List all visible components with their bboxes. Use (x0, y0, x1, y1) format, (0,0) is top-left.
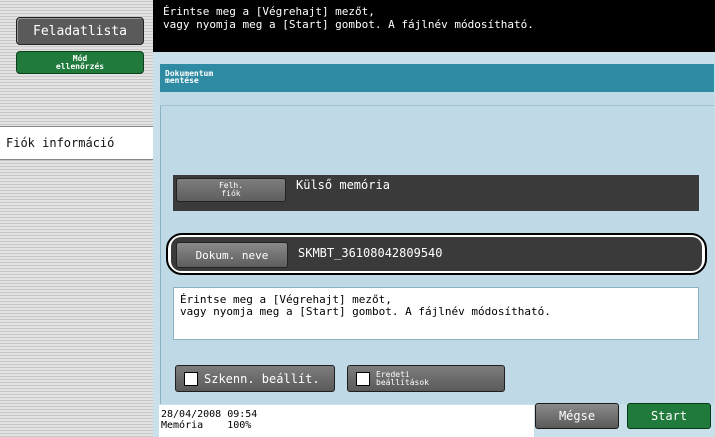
original-settings-line2: beállítások (376, 377, 429, 387)
original-settings-icon (356, 371, 370, 386)
user-box-button-line2: fiók (221, 189, 241, 198)
job-list-label: Feladatlista (33, 23, 127, 39)
panel-title-line2: mentése (165, 76, 199, 85)
doc-name-value: SKMBT_36108042809540 (298, 246, 443, 260)
original-settings-label: Eredeti beállítások (376, 370, 429, 387)
title-divider (160, 92, 714, 106)
job-list-button[interactable]: Feladatlista (16, 17, 144, 45)
status-memory: Memória 100% (161, 420, 534, 431)
start-label: Start (650, 409, 688, 423)
user-box-button[interactable]: Felh. fiók (176, 178, 286, 202)
mode-check-label-line2: ellenőrzés (55, 61, 105, 71)
cancel-label: Mégse (558, 409, 596, 423)
message-bar: Érintse meg a [Végrehajt] mezőt, vagy ny… (153, 0, 715, 52)
account-info-label: Fiók információ (6, 136, 115, 150)
message-bar-line1: Érintse meg a [Végrehajt] mezőt, (163, 5, 375, 18)
scan-settings-label: Szkenn. beállít. (204, 371, 320, 386)
scan-settings-button[interactable]: Szkenn. beállít. (175, 365, 335, 392)
mode-check-button[interactable]: Mód ellenőrzés (16, 51, 144, 74)
status-memory-label: Memória (161, 420, 204, 431)
panel-title: Dokumentum mentése (165, 70, 213, 85)
info-message-box: Érintse meg a [Végrehajt] mezőt, vagy ny… (173, 287, 699, 340)
message-bar-line2: vagy nyomja meg a [Start] gombot. A fájl… (163, 18, 534, 31)
doc-name-button[interactable]: Dokum. neve (176, 242, 288, 268)
status-datetime: 28/04/2008 09:54 (161, 409, 258, 420)
start-button[interactable]: Start (627, 403, 711, 429)
info-message-line2: vagy nyomja meg a [Start] gombot. A fájl… (180, 305, 551, 318)
doc-name-button-label: Dokum. neve (195, 248, 269, 262)
scan-settings-icon (184, 371, 198, 386)
cancel-button[interactable]: Mégse (535, 403, 619, 429)
user-box-value: Külső memória (296, 178, 390, 192)
status-memory-value: 100% (227, 420, 252, 431)
status-area: 28/04/2008 09:54 Memória 100% (159, 405, 534, 437)
panel-title-tab (160, 64, 714, 92)
original-settings-button[interactable]: Eredeti beállítások (347, 365, 505, 392)
